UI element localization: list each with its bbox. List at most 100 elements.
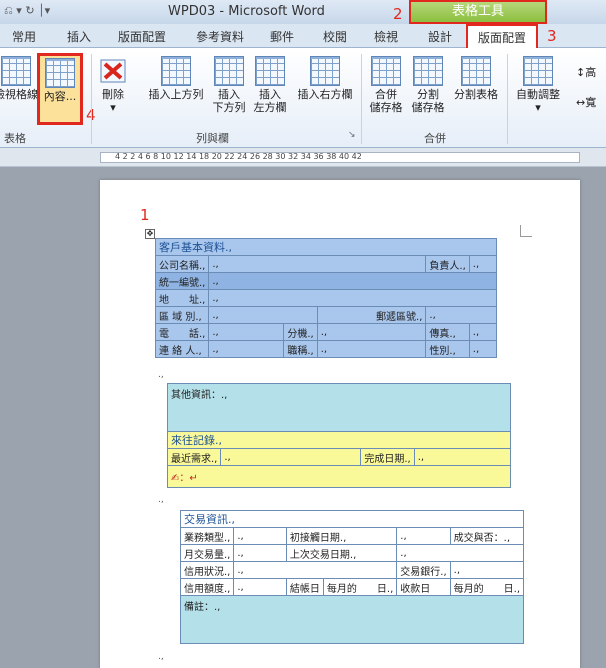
tab-insert[interactable]: 插入 (67, 28, 91, 45)
table-cell[interactable]: 區 域 別., (154, 306, 210, 324)
table-cell[interactable]: ., (396, 527, 451, 545)
table-cell[interactable]: 完成日期., (360, 448, 415, 466)
table-cell[interactable]: 信用狀況., (179, 561, 235, 579)
table-cell[interactable]: ., (220, 448, 362, 466)
table-cell[interactable]: 成交與否：., (449, 527, 525, 545)
table-cell[interactable]: ., (468, 340, 498, 358)
tab-review[interactable]: 校閱 (323, 28, 347, 45)
quick-access-toolbar[interactable]: ⎌ ▾ ↻ │▾ (4, 4, 50, 18)
insert-above-label: 插入上方列 (148, 88, 204, 101)
row-height-icon: ↕ (576, 66, 586, 79)
table-cell[interactable]: 連 絡 人., (154, 340, 210, 358)
tab-home[interactable]: 常用 (12, 28, 36, 45)
tab-table-layout[interactable]: 版面配置 (466, 24, 539, 48)
table-cell[interactable]: 初接觸日期., (285, 527, 398, 545)
table-cell[interactable]: 電 話., (154, 323, 210, 341)
paragraph-mark: ., (158, 495, 164, 505)
tab-view[interactable]: 檢視 (374, 28, 398, 45)
table-cell[interactable]: 負責人., (425, 255, 470, 273)
table-cell[interactable]: ., (413, 448, 512, 466)
transaction-table[interactable]: 交易資訊., 業務類型., ., 初接觸日期., ., 成交與否：., 月交易量… (179, 510, 525, 644)
customer-table[interactable]: 客戶基本資料., 公司名稱., ., 負責人., ., 統一編號., ., 地 … (154, 238, 498, 358)
table-cell[interactable]: 郵遞區號., (316, 306, 427, 324)
width-label: 寬 (585, 96, 597, 109)
table-cell[interactable]: 每月的 日., (322, 578, 398, 596)
insert-right-button[interactable]: 插入右方欄 (292, 56, 358, 101)
table-cell[interactable]: ., (425, 306, 497, 324)
height-control[interactable]: ↕高 (576, 66, 606, 79)
table-cell[interactable]: 公司名稱., (154, 255, 210, 273)
table-cell[interactable]: 地 址., (154, 289, 210, 307)
tab-references[interactable]: 參考資料 (196, 28, 244, 45)
highlight-box-4 (37, 53, 83, 125)
table-cell[interactable]: 每月的 日., (449, 578, 525, 596)
autofit-icon (523, 56, 553, 86)
table-cell[interactable]: 性別., (425, 340, 470, 358)
table-cell[interactable]: ., (468, 323, 498, 341)
split-table-button[interactable]: 分割表格 (450, 56, 502, 101)
table-cell[interactable]: 分機., (283, 323, 318, 341)
insert-left-button[interactable]: 插入 左方欄 (250, 56, 290, 114)
horizontal-ruler[interactable]: 4 2 2 4 6 8 10 12 14 18 20 22 24 26 28 3… (0, 148, 606, 167)
dialog-launcher-icon[interactable]: ↘ (348, 130, 356, 140)
table-cell[interactable]: ., (316, 323, 427, 341)
table-cell[interactable]: ., (208, 272, 497, 290)
table-cell[interactable]: 交易銀行., (396, 561, 451, 579)
merge-cells-button[interactable]: 合併 儲存格 (366, 56, 406, 114)
table-cell[interactable]: ., (449, 561, 525, 579)
chevron-down-icon: ▾ (535, 101, 541, 114)
split-table-icon (461, 56, 491, 86)
group-label-merge: 合併 (424, 132, 446, 145)
gridlines-icon (1, 56, 31, 86)
split-cells-button[interactable]: 分割 儲存格 (408, 56, 448, 114)
split-table-label: 分割表格 (454, 88, 498, 101)
autofit-button[interactable]: 自動調整 ▾ (512, 56, 564, 114)
table-cell[interactable]: ., (233, 527, 287, 545)
table-cell[interactable]: 備註：., (180, 595, 524, 644)
table-cell[interactable]: 業務類型., (179, 527, 235, 545)
table-cell[interactable]: 上次交易日期., (285, 544, 398, 562)
tab-page-layout[interactable]: 版面配置 (118, 28, 166, 45)
document-page[interactable]: 1 ✥ 客戶基本資料., 公司名稱., ., 負責人., ., 統一編號., .… (100, 180, 580, 668)
table-cell[interactable]: 傳真., (425, 323, 470, 341)
insert-row-below-icon (214, 56, 244, 86)
tab-mailings[interactable]: 郵件 (270, 28, 294, 45)
other-info-table[interactable]: 其他資訊：., 來往記錄., 最近需求., ., 完成日期., ., ✍：↵ (166, 383, 512, 488)
delete-button[interactable]: 刪除 ▾ (96, 56, 130, 114)
width-control[interactable]: ↔寬 (576, 96, 606, 109)
table-cell[interactable]: 信用額度., (179, 578, 235, 596)
table-cell[interactable]: 結帳日 (285, 578, 324, 596)
table-cell[interactable]: 收款日 (396, 578, 451, 596)
table-cell[interactable]: 最近需求., (166, 448, 222, 466)
table-cell[interactable]: ., (233, 544, 287, 562)
table-cell[interactable]: ., (208, 306, 318, 324)
table-cell[interactable]: ., (208, 255, 427, 273)
table-cell[interactable]: 月交易量., (179, 544, 235, 562)
table-cell[interactable]: 其他資訊：., (167, 383, 511, 432)
table-cell[interactable]: ., (208, 340, 285, 358)
tab-design[interactable]: 設計 (428, 28, 452, 45)
insert-above-button[interactable]: 插入上方列 (143, 56, 209, 101)
table-cell[interactable]: ., (316, 340, 427, 358)
table-cell[interactable]: 職稱., (283, 340, 318, 358)
table-cell[interactable]: 客戶基本資料., (155, 238, 497, 256)
view-gridlines-button[interactable]: 檢視格線 (0, 56, 38, 101)
insert-below-button[interactable]: 插入 下方列 (210, 56, 248, 114)
ribbon: 檢視格線 表格 內容... 4 刪除 ▾ 插入上方列 插入 下方列 插入 左方欄… (0, 48, 606, 148)
table-cell[interactable]: ., (233, 578, 287, 596)
table-cell[interactable]: ., (208, 289, 497, 307)
group-separator (91, 54, 92, 144)
insert-column-left-icon (255, 56, 285, 86)
insert-below-label-1: 插入 (218, 88, 240, 101)
insert-left-label-1: 插入 (259, 88, 281, 101)
table-cell[interactable]: ., (396, 544, 524, 562)
marker-1: 1 (140, 206, 150, 224)
table-cell[interactable]: 來往記錄., (167, 431, 511, 449)
table-cell[interactable]: ✍：↵ (167, 465, 511, 488)
table-cell[interactable]: ., (468, 255, 498, 273)
table-cell[interactable]: ., (233, 561, 398, 579)
table-cell[interactable]: 交易資訊., (180, 510, 524, 528)
table-cell[interactable]: 統一編號., (154, 272, 210, 290)
table-move-handle-icon[interactable]: ✥ (145, 229, 155, 239)
table-cell[interactable]: ., (208, 323, 285, 341)
